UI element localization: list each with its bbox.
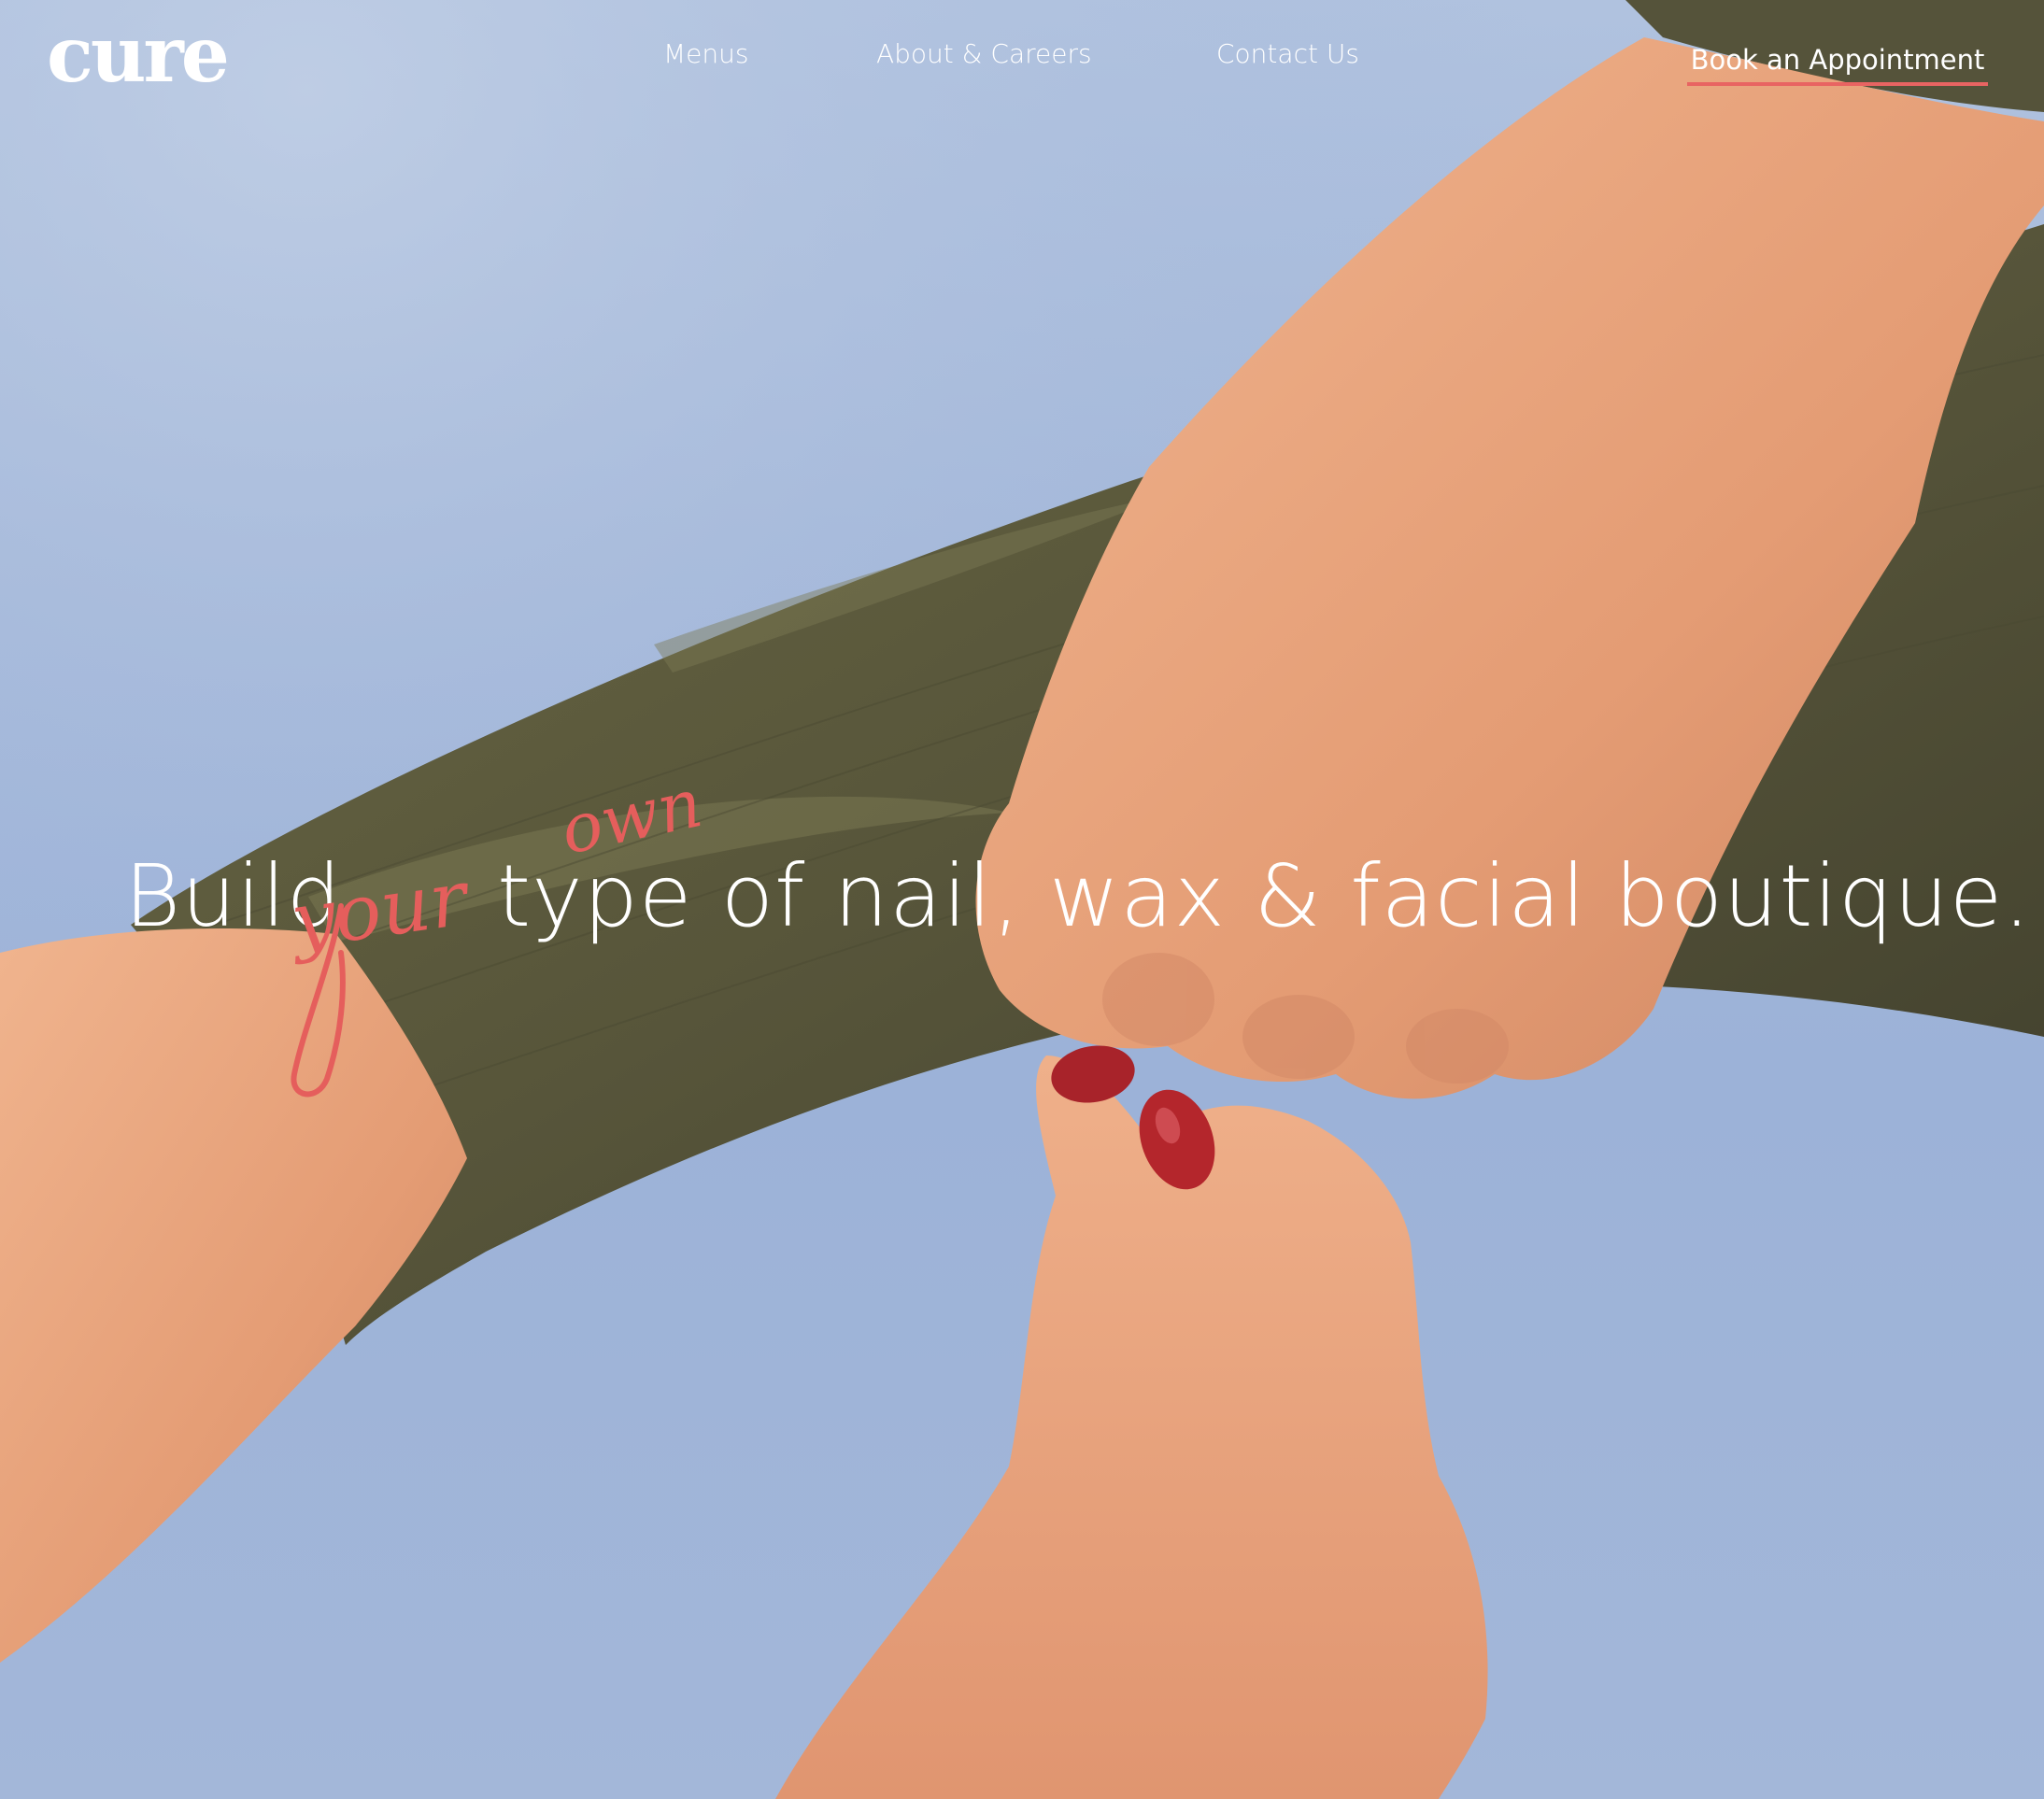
- hero-section: cure Menus About & Careers Contact Us Bo…: [0, 0, 2044, 1799]
- book-appointment-button[interactable]: Book an Appointment: [1687, 43, 1988, 86]
- brand-logo[interactable]: cure: [47, 17, 230, 93]
- headline-text-end: type of nail, wax & facial boutique.: [497, 846, 2032, 946]
- script-flourish-decoration: [291, 903, 346, 1098]
- site-header: cure Menus About & Careers Contact Us Bo…: [0, 0, 2044, 131]
- hero-headline: Build own your type of nail, wax & facia…: [0, 763, 2044, 1121]
- nav-link-menus[interactable]: Menus: [663, 41, 748, 67]
- nav-link-about-careers[interactable]: About & Careers: [876, 41, 1092, 67]
- nav-link-contact-us[interactable]: Contact Us: [1216, 41, 1359, 67]
